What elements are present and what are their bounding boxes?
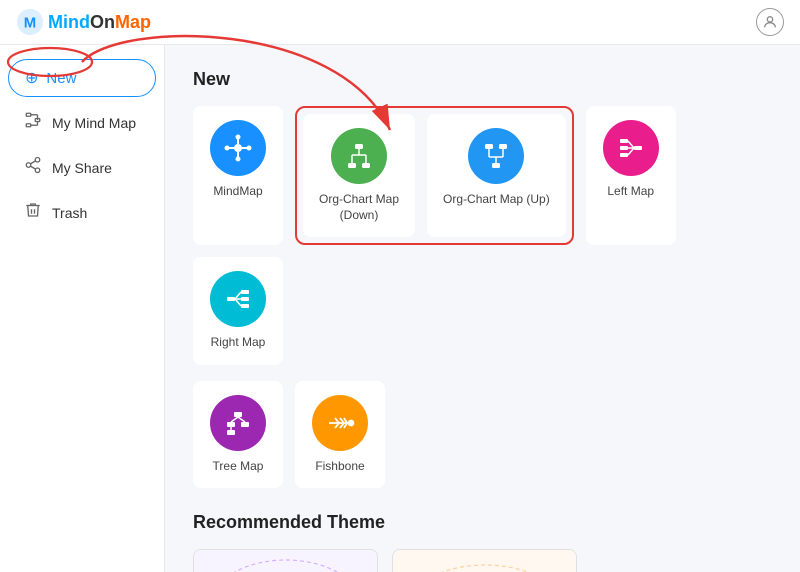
org-down-circle: [331, 128, 387, 184]
left-map-circle: [603, 120, 659, 176]
org-up-circle: [468, 128, 524, 184]
new-label: New: [46, 70, 76, 87]
main-container: ⊕ New My Mind Map: [0, 45, 800, 572]
header: M MindOnMap: [0, 0, 800, 45]
theme-card-2[interactable]: [392, 549, 577, 572]
sidebar-item-label: My Mind Map: [52, 115, 136, 131]
right-map-label: Right Map: [211, 335, 266, 351]
highlighted-group: Org-Chart Map(Down): [295, 106, 574, 245]
logo-on: On: [90, 12, 115, 32]
mind-map-icon: [24, 111, 42, 134]
new-section-title: New: [193, 69, 772, 90]
trash-icon: [24, 201, 42, 224]
map-item-tree-map[interactable]: Tree Map: [193, 381, 283, 489]
logo-icon: M: [16, 8, 44, 36]
recommended-title: Recommended Theme: [193, 512, 772, 533]
new-button[interactable]: ⊕ New: [8, 59, 156, 97]
sidebar-item-my-mind-map[interactable]: My Mind Map: [8, 101, 156, 144]
map-item-mindmap[interactable]: MindMap: [193, 106, 283, 245]
sidebar-item-my-share[interactable]: My Share: [8, 146, 156, 189]
maps-grid: MindMap: [193, 106, 772, 365]
sidebar-item-label: My Share: [52, 160, 112, 176]
maps-grid-row2: Tree Map Fishbone: [193, 381, 772, 489]
sidebar: ⊕ New My Mind Map: [0, 45, 165, 572]
content-area: New MindMa: [165, 45, 800, 572]
org-down-label: Org-Chart Map(Down): [319, 192, 399, 223]
fishbone-circle: [312, 395, 368, 451]
map-item-fishbone[interactable]: Fishbone: [295, 381, 385, 489]
map-item-right-map[interactable]: Right Map: [193, 257, 283, 365]
mindmap-label: MindMap: [213, 184, 262, 200]
logo-mind: Mind: [48, 12, 90, 32]
user-avatar-icon[interactable]: [756, 8, 784, 36]
tree-map-circle: [210, 395, 266, 451]
org-up-label: Org-Chart Map (Up): [443, 192, 550, 208]
sidebar-item-trash[interactable]: Trash: [8, 191, 156, 234]
tree-map-label: Tree Map: [213, 459, 264, 475]
share-icon: [24, 156, 42, 179]
mindmap-circle: [210, 120, 266, 176]
logo-map: Map: [115, 12, 151, 32]
svg-text:M: M: [24, 15, 36, 32]
sidebar-item-label: Trash: [52, 205, 87, 221]
logo[interactable]: M MindOnMap: [16, 8, 151, 36]
map-item-org-down[interactable]: Org-Chart Map(Down): [303, 114, 415, 237]
right-map-circle: [210, 271, 266, 327]
left-map-label: Left Map: [607, 184, 654, 200]
plus-icon: ⊕: [25, 68, 38, 88]
map-item-org-up[interactable]: Org-Chart Map (Up): [427, 114, 566, 237]
theme-card-1[interactable]: [193, 549, 378, 572]
map-item-left-map[interactable]: Left Map: [586, 106, 676, 245]
fishbone-label: Fishbone: [315, 459, 364, 475]
themes-grid: [193, 549, 772, 572]
